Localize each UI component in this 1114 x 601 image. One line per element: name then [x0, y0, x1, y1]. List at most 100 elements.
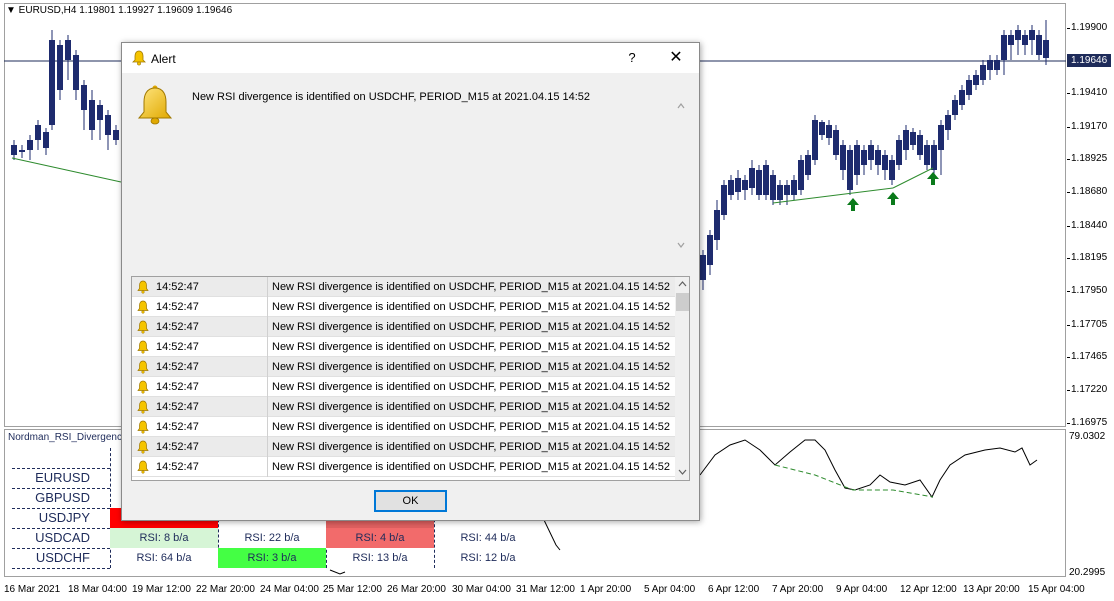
log-row[interactable]: 14:52:47 New RSI divergence is identified…	[132, 357, 675, 377]
time-label: 9 Apr 04:00	[836, 584, 888, 595]
bell-icon	[137, 340, 149, 354]
log-time: 14:52:47	[156, 421, 199, 433]
candle-body	[903, 130, 909, 150]
alert-message-area: New RSI divergence is identified on USDC…	[184, 81, 689, 266]
bell-icon	[137, 420, 149, 434]
candle-body	[35, 125, 41, 140]
log-time: 14:52:47	[156, 461, 199, 473]
log-row[interactable]: 14:52:47 New RSI divergence is identified…	[132, 297, 675, 317]
candle-body	[728, 180, 734, 195]
candle-body	[994, 60, 1000, 70]
candle-body	[1008, 35, 1014, 45]
log-time: 14:52:47	[156, 381, 199, 393]
log-time: 14:52:47	[156, 281, 199, 293]
price-label: 1.18195	[1071, 252, 1108, 263]
bell-icon	[137, 320, 149, 334]
up-arrow-icon	[887, 192, 899, 205]
column-separator	[267, 457, 268, 477]
candle-body	[756, 170, 762, 195]
log-row[interactable]: 14:52:47 New RSI divergence is identified…	[132, 397, 675, 417]
candle-body	[861, 150, 867, 165]
price-tick	[1067, 258, 1070, 259]
candle-body	[1029, 30, 1035, 40]
table-symbol: GBPUSD	[35, 490, 90, 505]
candle-body	[910, 132, 916, 145]
log-scrollbar-thumb[interactable]	[676, 293, 689, 311]
candle-body	[840, 145, 846, 170]
divergence-trendline	[892, 167, 934, 189]
price-tick	[1067, 390, 1070, 391]
dialog-title: Alert	[151, 52, 176, 66]
column-separator	[267, 377, 268, 397]
log-scrollbar[interactable]	[675, 277, 689, 480]
log-message: New RSI divergence is identified on USDC…	[272, 341, 671, 353]
candle-body	[770, 175, 776, 200]
price-tick	[1067, 357, 1070, 358]
bell-icon	[132, 50, 146, 66]
candle-body	[43, 132, 49, 148]
candle-body	[707, 235, 713, 265]
candle-body	[721, 185, 727, 215]
column-separator	[267, 437, 268, 457]
table-cell: RSI: 8 b/a	[110, 528, 218, 548]
candle-body	[945, 115, 951, 130]
bell-icon	[137, 400, 149, 414]
candle-body	[49, 40, 55, 125]
table-symbol: USDCAD	[35, 530, 90, 545]
log-row[interactable]: 14:52:47 New RSI divergence is identified…	[132, 317, 675, 337]
divergence-trendline	[11, 157, 122, 183]
candle-body	[89, 100, 95, 130]
candle-body	[105, 115, 111, 135]
alert-log-list[interactable]: 14:52:47 New RSI divergence is identified…	[131, 276, 690, 481]
log-message: New RSI divergence is identified on USDC…	[272, 381, 671, 393]
log-row[interactable]: 14:52:47 New RSI divergence is identified…	[132, 457, 675, 477]
indicator-max-label: 79.0302	[1069, 431, 1106, 442]
candle-body	[854, 145, 860, 175]
candle-body	[791, 180, 797, 195]
price-label: 1.17705	[1071, 319, 1108, 330]
ok-button[interactable]: OK	[374, 490, 447, 512]
log-time: 14:52:47	[156, 441, 199, 453]
log-message: New RSI divergence is identified on USDC…	[272, 301, 671, 313]
price-label: 1.16975	[1071, 417, 1108, 428]
candle-body	[847, 150, 853, 190]
bell-icon	[137, 360, 149, 374]
dialog-titlebar[interactable]: Alert ? ✕	[122, 43, 699, 73]
column-separator	[267, 277, 268, 297]
candle-body	[917, 135, 923, 155]
price-label: 1.19410	[1071, 87, 1108, 98]
price-tick	[1067, 226, 1070, 227]
log-row[interactable]: 14:52:47 New RSI divergence is identified…	[132, 437, 675, 457]
help-button[interactable]: ?	[622, 48, 642, 68]
candle-body	[987, 60, 993, 70]
candle-body	[959, 90, 965, 105]
column-separator	[267, 397, 268, 417]
log-row[interactable]: 14:52:47 New RSI divergence is identified…	[132, 337, 675, 357]
time-label: 6 Apr 12:00	[708, 584, 760, 595]
table-symbol: USDJPY	[38, 510, 90, 525]
log-message: New RSI divergence is identified on USDC…	[272, 321, 671, 333]
price-tick	[1067, 423, 1070, 424]
time-label: 15 Apr 04:00	[1028, 584, 1085, 595]
price-axis: 1.19900 1.19410 1.19170 1.18925 1.18680 1.184…	[1067, 0, 1114, 580]
candle-body	[742, 180, 748, 190]
price-tick	[1067, 159, 1070, 160]
log-row[interactable]: 14:52:47 New RSI divergence is identified…	[132, 277, 675, 297]
message-scrollbar[interactable]	[674, 89, 688, 264]
bell-icon	[137, 460, 149, 474]
candle-body	[81, 85, 87, 110]
candle-body	[97, 105, 103, 120]
time-label: 19 Mar 12:00	[132, 584, 191, 595]
price-tick	[1067, 93, 1070, 94]
indicator-min-label: 20.2995	[1069, 567, 1106, 578]
table-cell: RSI: 22 b/a	[244, 532, 300, 544]
time-axis: 16 Mar 2021 18 Mar 04:00 19 Mar 12:00 22 Ma…	[0, 580, 1114, 601]
candle-body	[735, 178, 741, 192]
close-button[interactable]: ✕	[665, 48, 687, 68]
candle-body	[952, 100, 958, 115]
candle-body	[826, 125, 832, 138]
log-row[interactable]: 14:52:47 New RSI divergence is identified…	[132, 417, 675, 437]
price-label: 1.19900	[1071, 22, 1108, 33]
log-row[interactable]: 14:52:47 New RSI divergence is identified…	[132, 377, 675, 397]
log-message: New RSI divergence is identified on USDC…	[272, 281, 671, 293]
